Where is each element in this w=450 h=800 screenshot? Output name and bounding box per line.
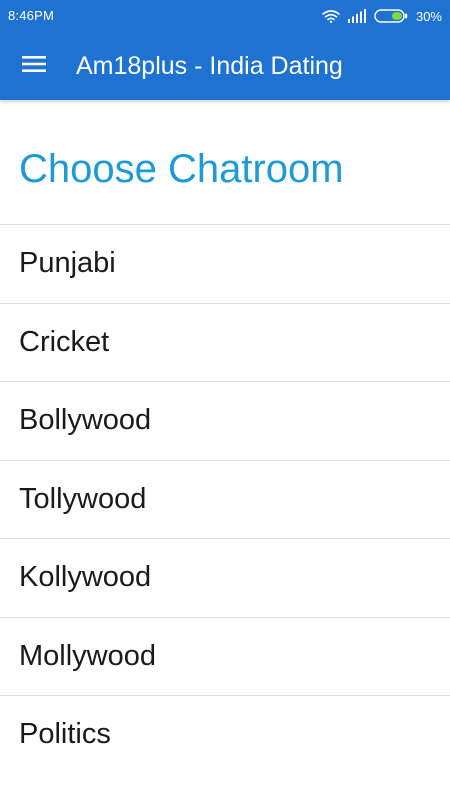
main-content: Choose Chatroom Punjabi Cricket Bollywoo… bbox=[0, 100, 450, 800]
chatroom-label: Politics bbox=[19, 718, 111, 751]
app-bar: Am18plus - India Dating bbox=[0, 32, 450, 100]
battery-percent: 30% bbox=[415, 8, 442, 24]
signal-icon bbox=[347, 9, 366, 23]
battery-icon bbox=[374, 9, 408, 23]
chatroom-label: Mollywood bbox=[19, 639, 156, 672]
chatroom-item-punjabi[interactable]: Punjabi bbox=[0, 224, 450, 303]
chatroom-label: Bollywood bbox=[19, 404, 152, 437]
chatroom-item-tollywood[interactable]: Tollywood bbox=[0, 459, 450, 539]
menu-button[interactable] bbox=[14, 46, 54, 86]
status-bar: 8:46PM 30% bbox=[0, 0, 450, 32]
chatroom-label: Punjabi bbox=[19, 247, 116, 280]
chatroom-item-bollywood[interactable]: Bollywood bbox=[0, 381, 450, 460]
wifi-icon bbox=[322, 9, 340, 23]
chatroom-item-cricket[interactable]: Cricket bbox=[0, 302, 450, 382]
menu-icon bbox=[22, 54, 46, 79]
chatroom-item-kollywood[interactable]: Kollywood bbox=[0, 538, 450, 617]
chatroom-item-mollywood[interactable]: Mollywood bbox=[0, 616, 450, 696]
app-title: Am18plus - India Dating bbox=[76, 52, 343, 80]
chatroom-label: Cricket bbox=[19, 325, 110, 358]
chatroom-label: Kollywood bbox=[19, 561, 152, 594]
chatroom-label: Tollywood bbox=[19, 482, 147, 515]
chatroom-item-politics[interactable]: Politics bbox=[0, 695, 450, 774]
status-icons: 30% bbox=[322, 6, 442, 26]
chatroom-list: Punjabi Cricket Bollywood Tollywood Koll… bbox=[0, 224, 450, 774]
status-time: 8:46PM bbox=[8, 8, 55, 23]
page-title: Choose Chatroom bbox=[19, 147, 344, 191]
